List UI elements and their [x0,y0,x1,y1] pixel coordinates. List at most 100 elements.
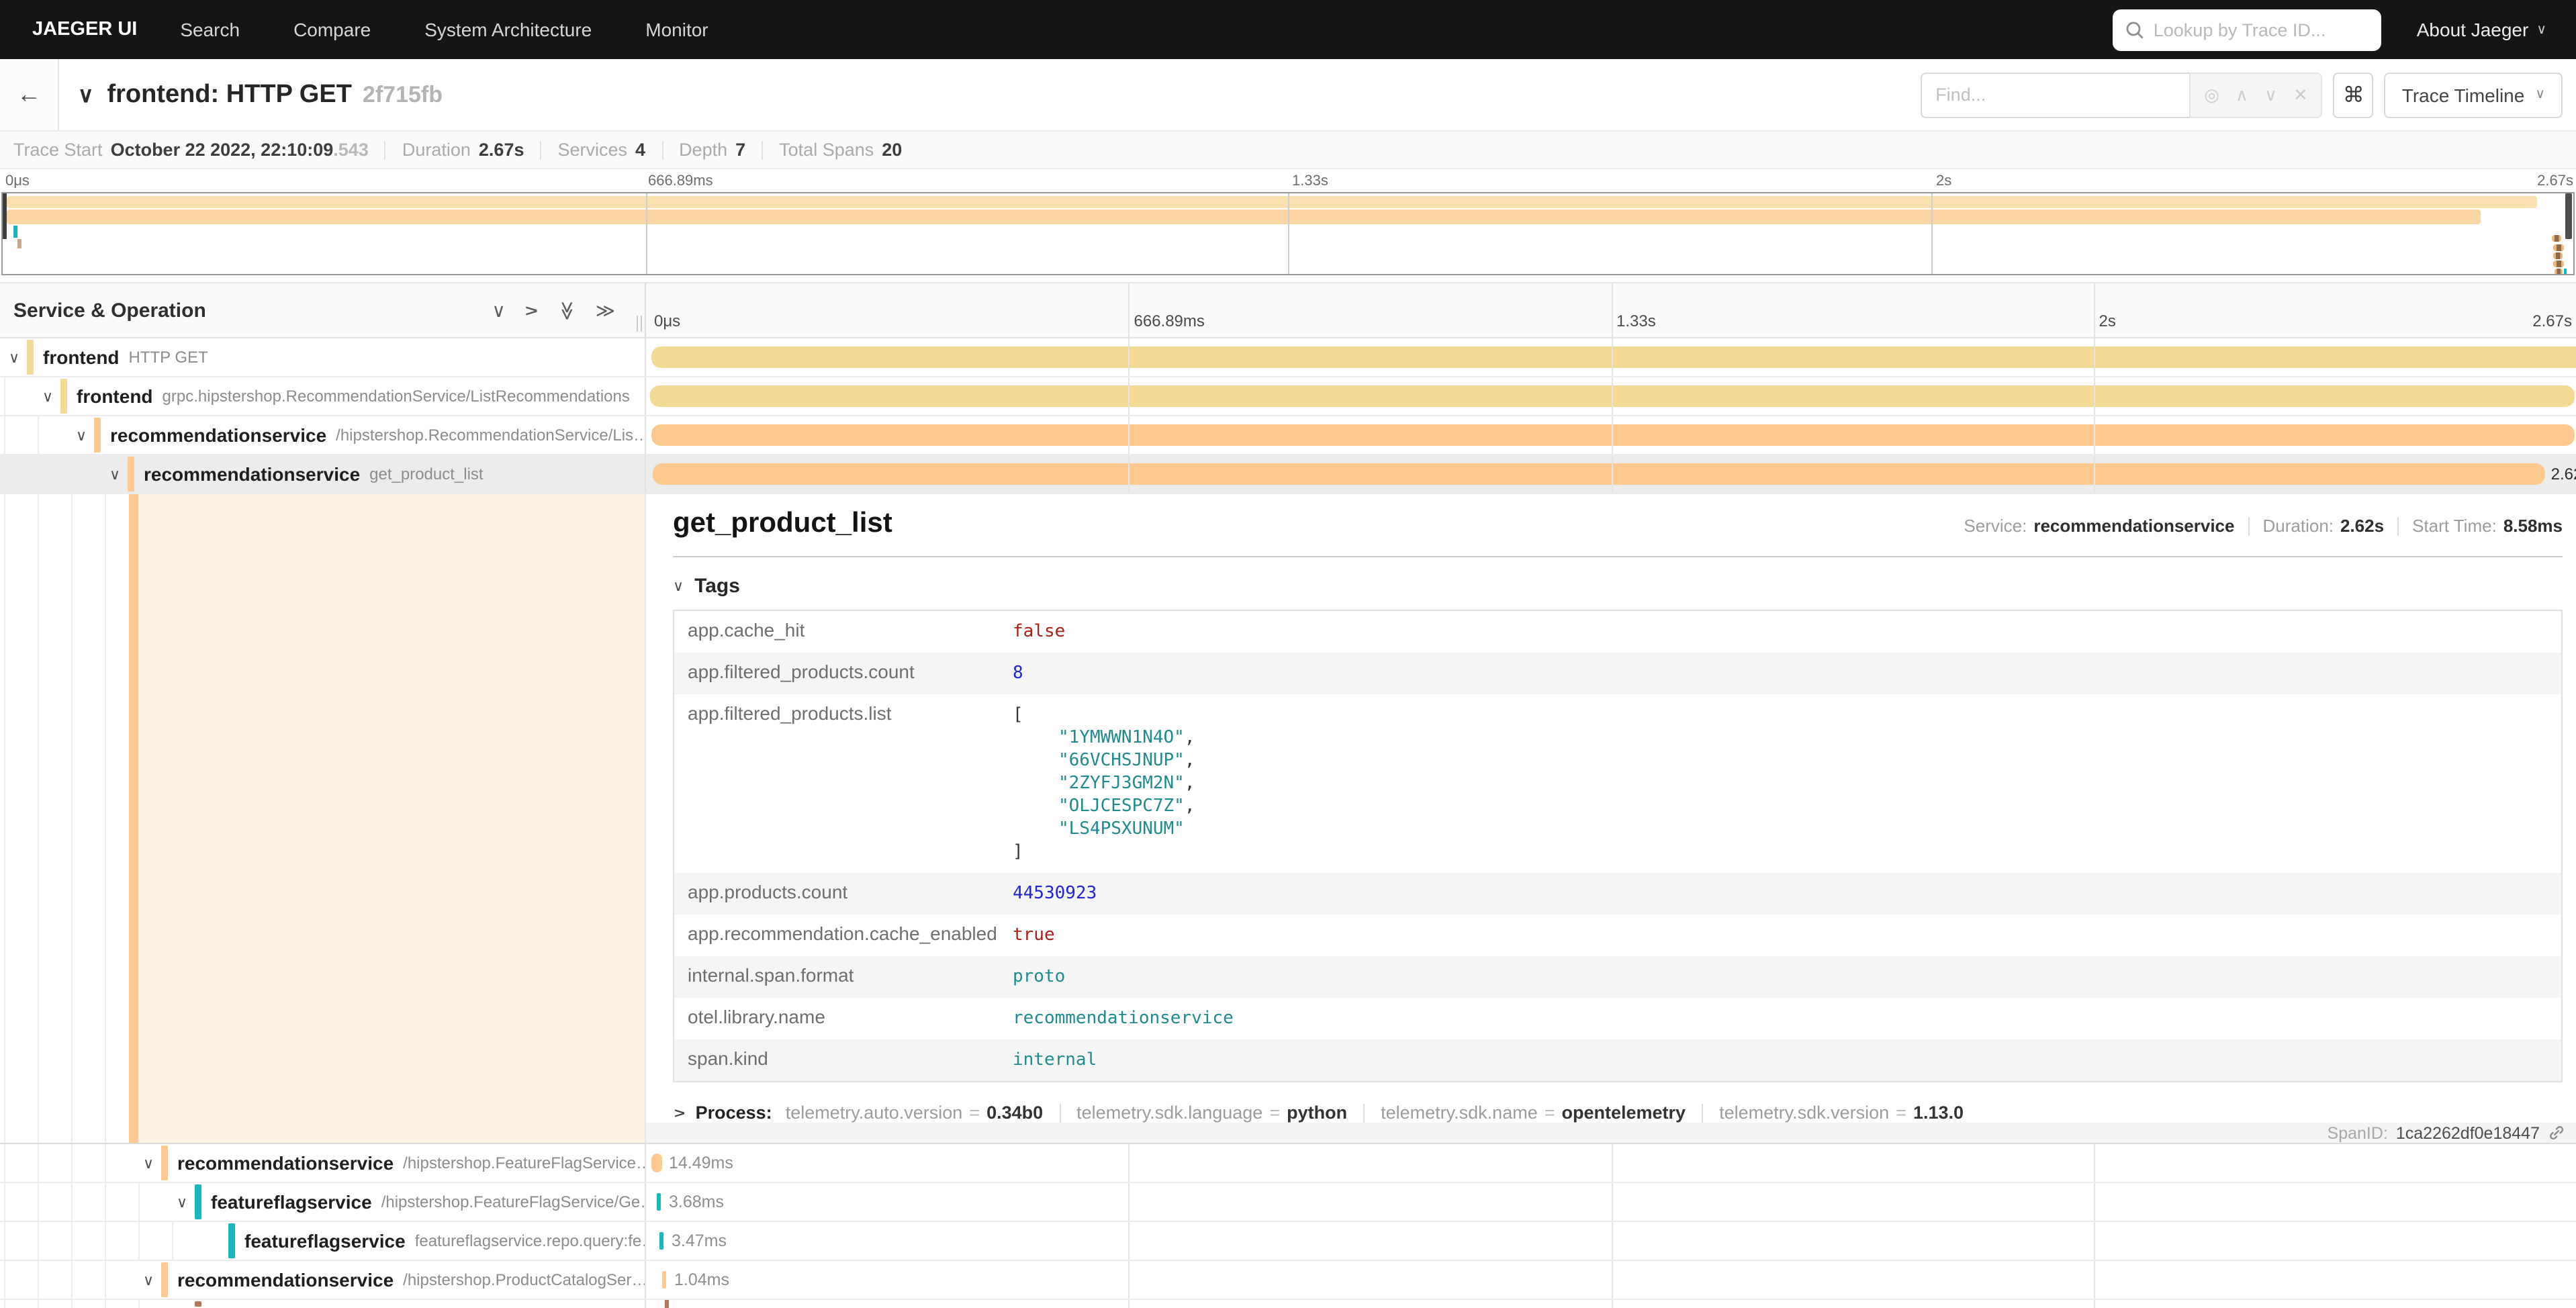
chevron-down-icon: ∨ [2536,22,2546,37]
chevron-right-icon: ∨ [670,1107,688,1119]
span-row-featureflagservice-repo-query[interactable]: featureflagservice featureflagservice.re… [0,1222,2576,1261]
span-bar[interactable] [657,1193,661,1211]
service-color-bar [161,1146,168,1180]
collapse-trace-chevron-icon[interactable]: ∨ [78,81,93,108]
back-button[interactable]: ← [0,59,59,130]
minimap-span-mark [2553,252,2563,259]
timeline-header: Service & Operation ∨ ∨ ≫ ≫ 0μs 666.89ms… [0,282,2576,338]
span-rows-bottom: ∨ recommendationservice /hipstershop.Fea… [0,1144,2576,1308]
span-duration-label: 14.49ms [669,1154,733,1172]
chevron-down-icon[interactable]: ∨ [105,465,125,483]
tags-table: app.cache_hit false app.filtered_product… [673,610,2563,1082]
process-kv: telemetry.auto.version=0.34b0 [786,1103,1043,1123]
service-color-bar [94,418,101,453]
service-color-bar [195,1301,201,1307]
find-group: ◎ ∧ ∨ ✕ [1921,72,2323,118]
span-row-frontend-httpget[interactable]: ∨ frontend HTTP GET [0,338,2576,377]
copy-link-icon[interactable] [2548,1124,2565,1141]
collapse-all-icon[interactable]: ≫ [555,300,578,320]
expand-one-icon[interactable]: ∨ [520,303,543,318]
chevron-down-icon[interactable]: ∨ [71,426,91,444]
timeline-ruler: 0μs 666.89ms 1.33s 2s 2.67s [646,283,2576,337]
search-icon [2127,21,2144,38]
tags-accordion-toggle[interactable]: ∨ Tags [673,575,2563,598]
top-nav: JAEGER UI Search Compare System Architec… [0,0,2576,59]
tag-row: app.filtered_products.count 8 [674,653,2561,694]
locate-icon[interactable]: ◎ [2204,84,2219,105]
minimap-right-handle[interactable] [2565,193,2572,239]
span-row-frontend-listrecommendations[interactable]: ∨ frontend grpc.hipstershop.Recommendati… [0,377,2576,416]
trace-minimap: 0μs 666.89ms 1.33s 2s 2.67s [0,169,2576,275]
span-id-footer: SpanID: 1ca2262df0e18447 [646,1123,2576,1143]
tag-row: span.kind internal [674,1039,2561,1081]
keyboard-shortcuts-button[interactable]: ⌘ [2334,72,2374,118]
tag-row: app.products.count 44530923 [674,873,2561,915]
span-row-productcatalog-parent[interactable]: ∨ recommendationservice /hipstershop.Pro… [0,1261,2576,1300]
minimap-ruler: 0μs 666.89ms 1.33s 2s 2.67s [0,172,2576,192]
chevron-down-icon[interactable]: ∨ [138,1154,158,1172]
trace-lookup-input[interactable] [2154,19,2368,40]
selected-span-tint [138,494,645,1143]
chevron-down-icon: ∨ [673,577,684,595]
trace-lookup-box[interactable] [2113,9,2382,50]
collapse-one-icon[interactable]: ∨ [492,299,506,322]
nav-item-search[interactable]: Search [153,19,267,40]
service-color-bar [128,457,134,492]
process-accordion-toggle[interactable]: ∨ Process: telemetry.auto.version=0.34b0… [673,1103,2563,1123]
selected-span-color-band [129,494,138,1143]
span-detail-left-gutter [0,494,646,1143]
minimap-span-mark [13,226,17,238]
prev-match-icon[interactable]: ∧ [2236,84,2248,105]
process-kv: telemetry.sdk.version=1.13.0 [1719,1103,1964,1123]
span-row-get-product-list-selected[interactable]: ∨ recommendationservice get_product_list… [0,455,2576,494]
service-color-bar [60,379,67,414]
minimap-span-mark [17,239,21,248]
minimap-span-mark [2553,244,2564,251]
span-bar[interactable] [651,424,2575,446]
nav-item-system-architecture[interactable]: System Architecture [398,19,618,40]
tag-row: internal.span.format proto [674,956,2561,998]
span-row-featureflagservice-getflag[interactable]: ∨ featureflagservice /hipstershop.Featur… [0,1183,2576,1222]
span-bar[interactable] [652,463,2545,485]
nav-item-compare[interactable]: Compare [267,19,398,40]
span-row-featureflag-parent[interactable]: ∨ recommendationservice /hipstershop.Fea… [0,1144,2576,1183]
trace-title: frontend: HTTP GET [107,80,352,109]
span-rows-top: ∨ frontend HTTP GET ∨ frontend grpc.hips… [0,338,2576,494]
span-bar[interactable] [662,1271,666,1289]
chevron-down-icon[interactable]: ∨ [4,348,24,366]
span-bar[interactable] [659,1232,663,1250]
minimap-span-mark [2553,261,2564,267]
expand-all-icon[interactable]: ≫ [596,299,615,322]
trace-header: ← ∨ frontend: HTTP GET 2f715fb ◎ ∧ ∨ ✕ ⌘… [0,59,2576,132]
tag-row: app.cache_hit false [674,611,2561,653]
next-match-icon[interactable]: ∨ [2264,84,2277,105]
span-row-partial[interactable] [0,1300,2576,1308]
nav-item-monitor[interactable]: Monitor [618,19,735,40]
chevron-down-icon[interactable]: ∨ [38,387,58,405]
clear-find-icon[interactable]: ✕ [2293,84,2308,105]
column-resize-handle[interactable] [637,316,642,332]
find-input[interactable] [1921,72,2189,118]
service-color-bar [161,1262,168,1297]
trace-meta-bar: Trace StartOctober 22 2022, 22:10:09.543… [0,132,2576,169]
minimap-span-mark [2555,269,2563,275]
span-bar[interactable] [651,1154,662,1172]
minimap-canvas[interactable] [1,192,2575,275]
minimap-left-handle[interactable] [3,193,7,239]
minimap-span-bar [7,196,2537,208]
brand-logo[interactable]: JAEGER UI [16,19,153,40]
chevron-down-icon[interactable]: ∨ [138,1271,158,1289]
span-bar[interactable] [651,346,2576,368]
tag-row: otel.library.name recommendationservice [674,998,2561,1039]
chevron-down-icon[interactable]: ∨ [172,1193,192,1211]
span-detail-region: get_product_list Service:recommendations… [0,494,2576,1144]
jaeger-trace-page: JAEGER UI Search Compare System Architec… [0,0,2576,1308]
span-duration-label: 1.04ms [674,1270,729,1289]
chevron-down-icon: ∨ [2535,87,2545,102]
span-duration-label: 2.62s [2551,465,2576,483]
service-color-bar [228,1223,235,1258]
span-bar[interactable] [665,1300,669,1308]
span-row-recommendationservice-list[interactable]: ∨ recommendationservice /hipstershop.Rec… [0,416,2576,455]
trace-view-selector[interactable]: Trace Timeline ∨ [2385,72,2563,118]
about-jaeger-menu[interactable]: About Jaeger ∨ [2417,19,2560,40]
